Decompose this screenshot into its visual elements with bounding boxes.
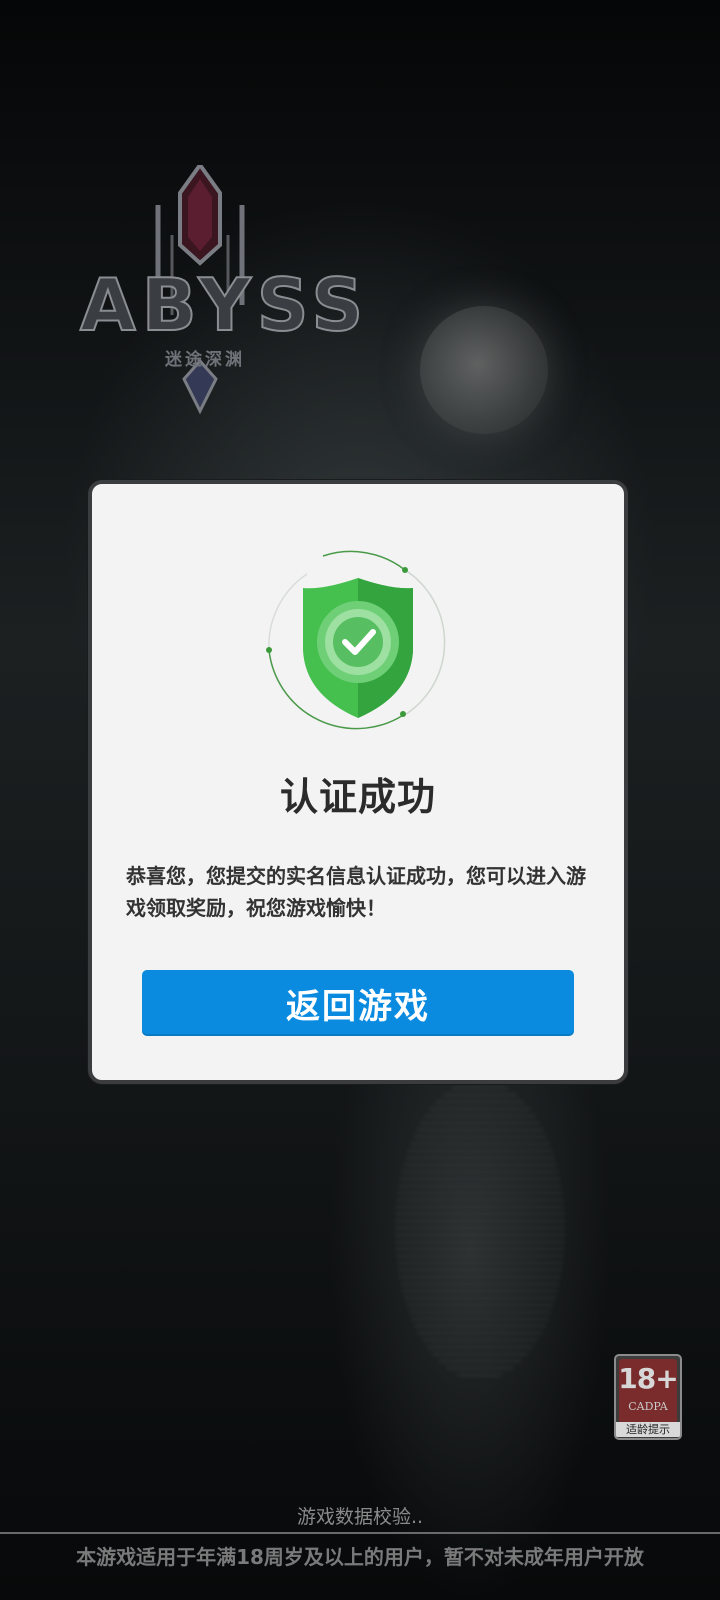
- dialog-title: 认证成功: [279, 775, 436, 819]
- age-rating-number: 18+: [618, 1362, 678, 1395]
- moon-decoration: [420, 306, 548, 434]
- game-logo: ABYSS 迷途深渊: [79, 165, 370, 425]
- return-to-game-button[interactable]: 返回游戏: [142, 970, 574, 1036]
- game-background: ABYSS 迷途深渊 认证成功 恭喜您，您提交的实名信息认证成功，您可以进入游戏: [0, 0, 720, 1600]
- loading-status-text: 游戏数据校验..: [296, 1506, 424, 1528]
- water-reflection-decoration: [395, 1080, 565, 1380]
- logo-wordmark: ABYSS: [79, 263, 370, 347]
- age-rating-badge[interactable]: 18+ CADPA 适龄提示: [614, 1354, 682, 1440]
- verification-success-dialog: 认证成功 恭喜您，您提交的实名信息认证成功，您可以进入游戏领取奖励，祝您游戏愉快…: [88, 480, 628, 1084]
- age-rating-caption: 适龄提示: [616, 1422, 680, 1437]
- footer-divider: [0, 1532, 720, 1534]
- dialog-message: 恭喜您，您提交的实名信息认证成功，您可以进入游戏领取奖励，祝您游戏愉快！: [126, 864, 586, 920]
- age-restriction-notice: 本游戏适用于年满18周岁及以上的用户，暂不对未成年用户开放: [76, 1545, 644, 1569]
- age-rating-org: CADPA: [628, 1400, 668, 1413]
- shield-check-icon: [263, 550, 453, 740]
- logo-subtitle: 迷途深渊: [165, 350, 245, 370]
